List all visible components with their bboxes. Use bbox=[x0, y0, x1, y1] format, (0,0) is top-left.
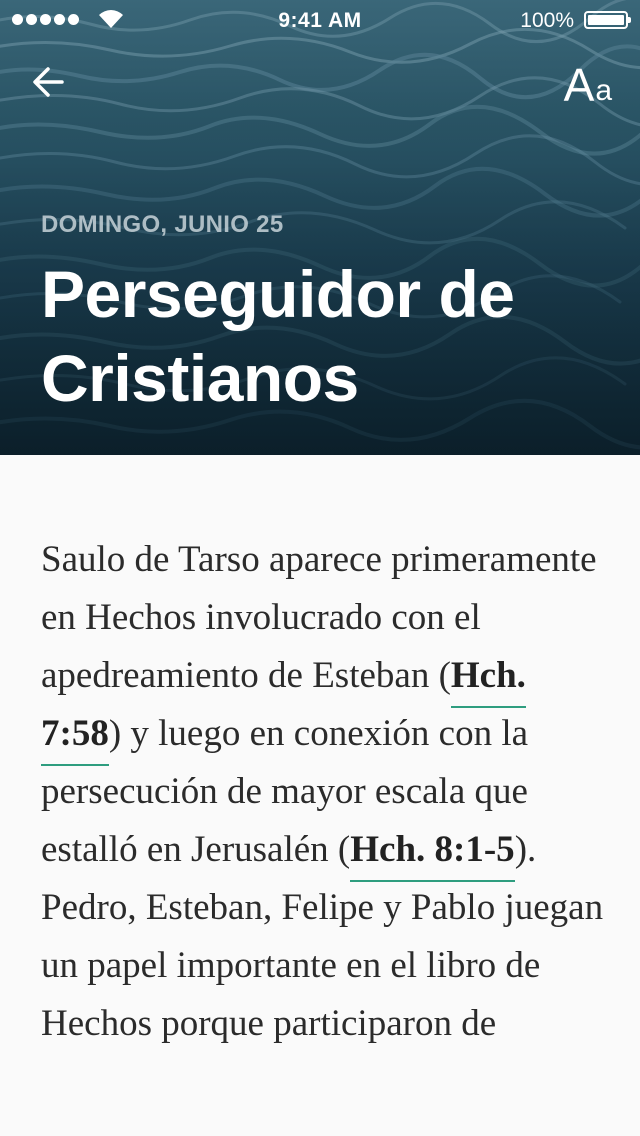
battery-icon bbox=[584, 11, 631, 29]
verse-link-hch-8-1-5[interactable]: Hch. 8:1-5 bbox=[350, 829, 515, 882]
back-button[interactable] bbox=[24, 58, 72, 106]
reading-screen: 9:41 AM 100% Aa DOMINGO, JUNIO 25 Perseg… bbox=[0, 0, 640, 1136]
font-size-icon-large: A bbox=[563, 59, 595, 111]
font-size-icon-small: a bbox=[595, 74, 612, 107]
lesson-body-text: Saulo de Tarso aparece primeramente en H… bbox=[41, 531, 611, 1053]
lesson-date: DOMINGO, JUNIO 25 bbox=[41, 211, 284, 238]
page-title: Perseguidor de Cristianos bbox=[41, 257, 515, 415]
lesson-content: Saulo de Tarso aparece primeramente en H… bbox=[0, 455, 640, 1136]
arrow-left-icon bbox=[33, 67, 64, 97]
font-size-button[interactable]: Aa bbox=[564, 56, 612, 108]
status-bar: 9:41 AM 100% bbox=[0, 0, 640, 40]
battery-percentage: 100% bbox=[520, 9, 574, 32]
